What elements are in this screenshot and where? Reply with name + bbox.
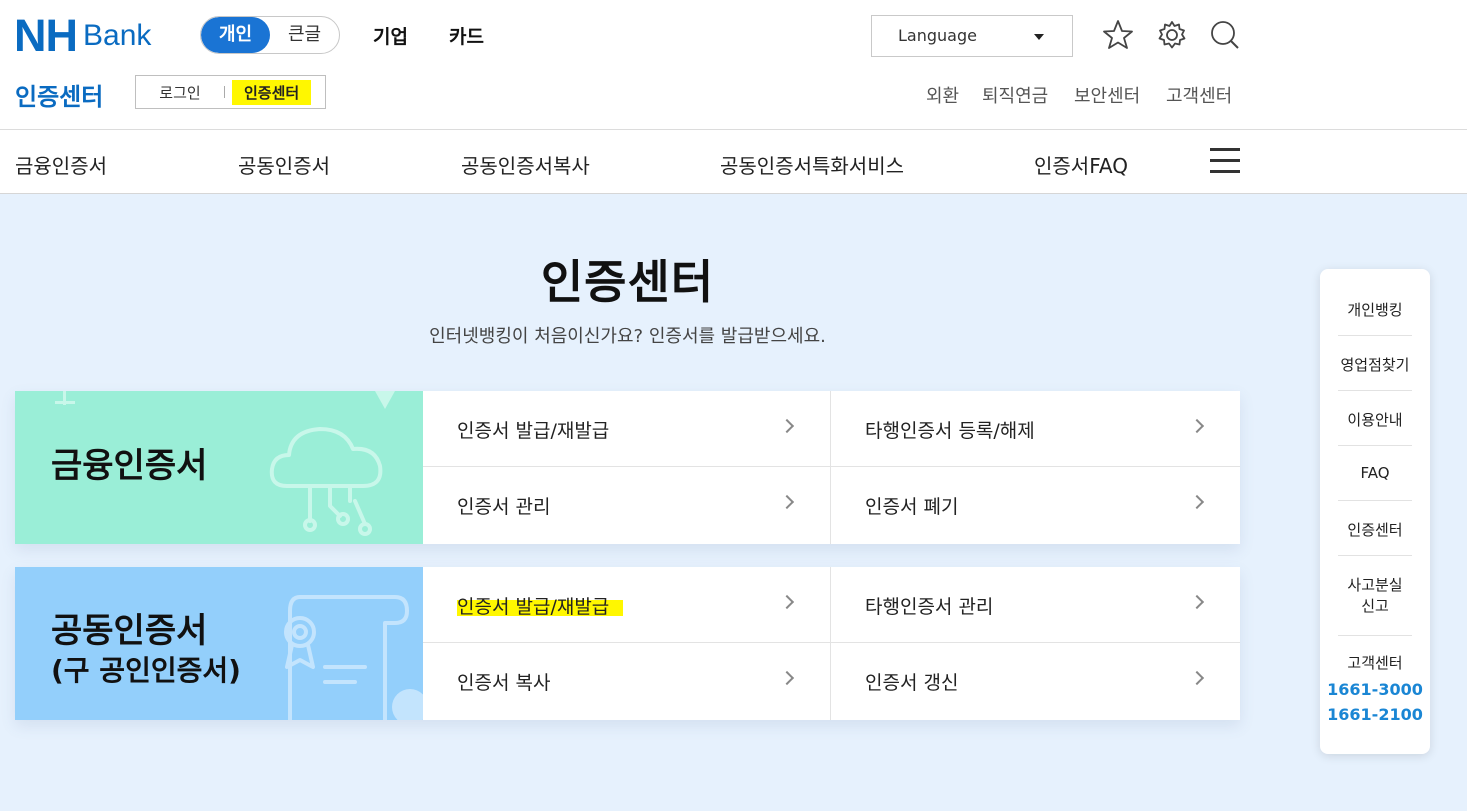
logo-bank-text: Bank [83,19,152,52]
page-description: 인터넷뱅킹이 처음이신가요? 인증서를 발급받으세요. [429,326,826,347]
nav-financial-cert[interactable]: 금융인증서 [15,150,107,179]
quick-personal-banking[interactable]: 개인뱅킹 [1338,299,1412,320]
link-label: 인증서 복사 [457,672,551,694]
quick-report-loss[interactable]: 사고분실 신고 [1338,574,1412,616]
gear-icon[interactable] [1155,18,1189,52]
chevron-right-icon [779,594,795,610]
divider [1338,555,1412,556]
financial-cert-title: 금융인증서 [51,446,208,486]
corporate-link[interactable]: 기업 [373,22,408,49]
link-joint-copy[interactable]: 인증서 복사 [423,643,831,720]
star-icon[interactable] [1101,18,1135,52]
chevron-right-icon [779,418,795,434]
chevron-right-icon [1189,670,1205,686]
sub-nav: 로그인 인증센터 [135,75,326,109]
quick-faq[interactable]: FAQ [1338,464,1412,482]
nh-bank-logo[interactable]: NH Bank [14,10,152,61]
util-link-security[interactable]: 보안센터 [1074,82,1140,108]
financial-cert-card: 금융인증서 인증서 발급/재발급 타행인증서 등록/해제 인증서 관리 인증서 … [15,391,1240,544]
quick-guide[interactable]: 이용안내 [1338,409,1412,430]
quick-cert-center[interactable]: 인증센터 [1338,519,1412,540]
joint-cert-subtitle: (구 공인인증서) [51,654,241,687]
quick-menu: 개인뱅킹 영업점찾기 이용안내 FAQ 인증센터 사고분실 신고 고객센터 16… [1320,269,1430,754]
link-joint-issue[interactable]: 인증서 발급/재발급 [423,567,831,643]
util-link-forex[interactable]: 외환 [926,82,959,108]
util-link-pension[interactable]: 퇴직연금 [982,82,1048,108]
nav-joint-cert-special[interactable]: 공동인증서특화서비스 [720,150,904,179]
chevron-right-icon [1189,494,1205,510]
card-link[interactable]: 카드 [449,22,484,49]
link-joint-other-bank[interactable]: 타행인증서 관리 [831,567,1240,643]
personal-mode-button[interactable]: 개인 [201,17,270,53]
site-header: NH Bank 개인 큰글 기업 카드 Language 인증센터 로그인 인증… [0,0,1467,130]
quick-branch-finder[interactable]: 영업점찾기 [1338,354,1412,375]
nav-joint-cert-copy[interactable]: 공동인증서복사 [461,150,590,179]
joint-cert-title: 공동인증서 [51,611,208,651]
chevron-right-icon [1189,418,1205,434]
language-label: Language [898,26,977,45]
large-text-mode-button[interactable]: 큰글 [270,17,339,53]
joint-cert-links: 인증서 발급/재발급 타행인증서 관리 인증서 복사 인증서 갱신 [423,567,1240,720]
section-title: 인증센터 [15,83,104,111]
link-label: 타행인증서 관리 [865,596,994,618]
support-title: 고객센터 [1347,654,1403,672]
link-label: 인증서 폐기 [865,496,959,518]
report-line-1: 사고분실 [1347,576,1403,594]
link-financial-issue[interactable]: 인증서 발급/재발급 [423,391,831,467]
chevron-right-icon [779,670,795,686]
link-financial-revoke[interactable]: 인증서 폐기 [831,467,1240,544]
chevron-right-icon [1189,594,1205,610]
chevron-right-icon [779,494,795,510]
divider [1338,445,1412,446]
divider [1338,500,1412,501]
main-content: 인증센터 인터넷뱅킹이 처음이신가요? 인증서를 발급받으세요. 금융인증서 인… [0,194,1467,811]
divider [1338,390,1412,391]
nav-cert-faq[interactable]: 인증서FAQ [1034,150,1128,179]
joint-cert-card: 공동인증서 (구 공인인증서) 인증서 발급/재발급 타행인증서 관리 인증서 … [15,567,1240,720]
login-link[interactable]: 로그인 [136,82,224,103]
report-line-2: 신고 [1361,597,1389,615]
search-icon[interactable] [1208,18,1242,52]
cert-center-link[interactable]: 인증센터 [232,79,312,105]
phone-number-2[interactable]: 1661-2100 [1320,705,1430,724]
divider [1338,335,1412,336]
link-label: 인증서 관리 [457,496,551,518]
link-label: 타행인증서 등록/해제 [865,420,1035,442]
menu-icon[interactable] [1210,148,1240,174]
joint-cert-banner: 공동인증서 (구 공인인증서) [15,567,423,720]
util-link-support[interactable]: 고객센터 [1166,82,1232,108]
caret-down-icon [1034,34,1044,40]
link-label: 인증서 갱신 [865,672,959,694]
page-title: 인증센터 [540,255,715,309]
logo-nh-text: NH [14,10,78,61]
main-nav: 금융인증서 공동인증서 공동인증서복사 공동인증서특화서비스 인증서FAQ [0,130,1467,194]
divider [224,86,225,98]
financial-cert-links: 인증서 발급/재발급 타행인증서 등록/해제 인증서 관리 인증서 폐기 [423,391,1240,544]
link-financial-other-bank[interactable]: 타행인증서 등록/해제 [831,391,1240,467]
mode-toggle: 개인 큰글 [200,16,340,54]
link-financial-manage[interactable]: 인증서 관리 [423,467,831,544]
language-select[interactable]: Language [871,15,1073,57]
link-label: 인증서 발급/재발급 [457,592,624,619]
link-joint-renew[interactable]: 인증서 갱신 [831,643,1240,720]
nav-joint-cert[interactable]: 공동인증서 [238,150,330,179]
divider [1338,635,1412,636]
link-label: 인증서 발급/재발급 [457,420,610,442]
phone-number-1[interactable]: 1661-3000 [1320,680,1430,699]
financial-cert-banner: 금융인증서 [15,391,423,544]
